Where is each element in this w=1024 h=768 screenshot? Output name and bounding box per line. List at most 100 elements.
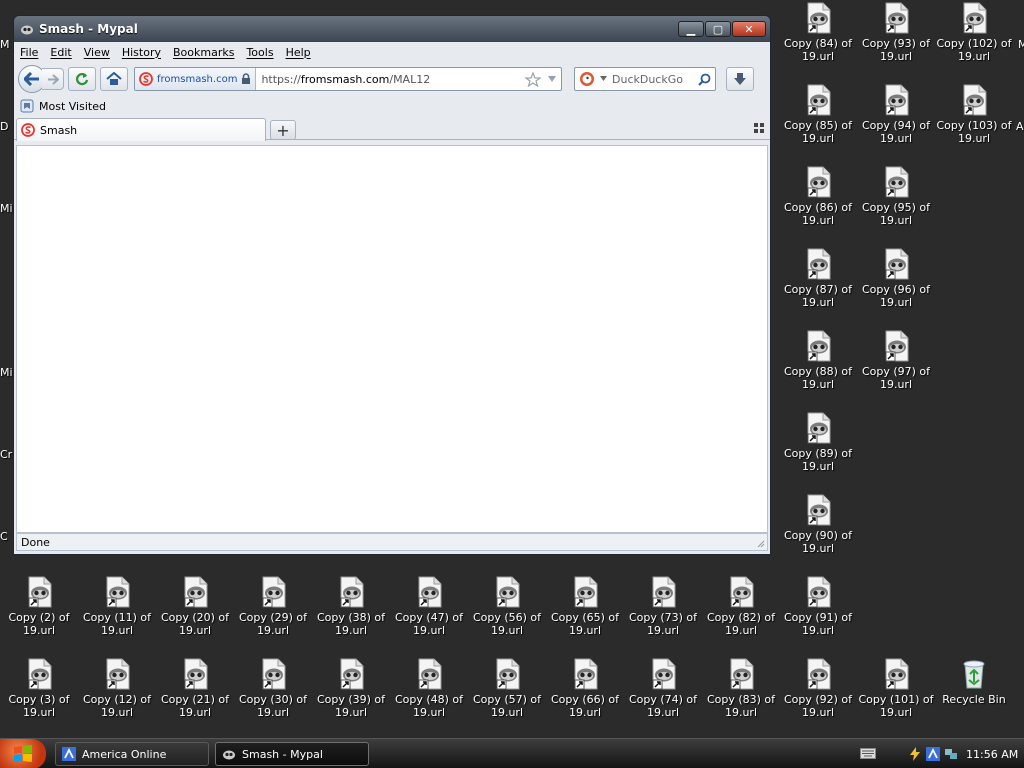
new-tab-button[interactable]: + (270, 120, 296, 140)
desktop-shortcut[interactable]: Copy (89) of 19.url (779, 412, 857, 492)
desktop-shortcut[interactable]: Copy (97) of 19.url (857, 330, 935, 410)
desktop-shortcut-label: Copy (38) of 19.url (316, 611, 386, 637)
start-button[interactable] (0, 739, 46, 768)
desktop-shortcut[interactable]: Copy (11) of 19.url (78, 576, 156, 656)
search-engine-dropdown-icon[interactable] (600, 76, 607, 82)
menu-file[interactable]: File (20, 46, 38, 59)
desktop-shortcut[interactable]: Copy (94) of 19.url (857, 84, 935, 164)
desktop-shortcut-label: Copy (47) of 19.url (394, 611, 464, 637)
desktop-shortcut-label: Copy (91) of 19.url (783, 611, 853, 637)
bookmark-most-visited[interactable]: Most Visited (39, 100, 106, 113)
desktop-shortcut[interactable]: Copy (90) of 19.url (779, 494, 857, 574)
desktop-shortcut[interactable]: Copy (56) of 19.url (468, 576, 546, 656)
bookmark-star-icon[interactable] (525, 71, 541, 87)
url-shortcut-icon (492, 658, 522, 690)
desktop-shortcut[interactable]: Copy (91) of 19.url (779, 576, 857, 656)
search-icon[interactable] (698, 73, 711, 86)
search-input[interactable]: DuckDuckGo (612, 73, 693, 86)
desktop-shortcut[interactable]: Copy (21) of 19.url (156, 658, 234, 738)
desktop-shortcut[interactable]: Copy (39) of 19.url (312, 658, 390, 738)
desktop-shortcut[interactable]: Copy (95) of 19.url (857, 166, 935, 246)
desktop-shortcut[interactable]: Copy (73) of 19.url (624, 576, 702, 656)
identity-domain: fromsmash.com (157, 73, 238, 85)
downloads-button[interactable] (726, 67, 754, 91)
desktop-shortcut[interactable]: Copy (87) of 19.url (779, 248, 857, 328)
recycle-bin[interactable]: Recycle Bin (935, 658, 1013, 738)
url-text[interactable]: https://fromsmash.com/MAL12 (256, 73, 525, 86)
url-dropdown-icon[interactable] (547, 75, 557, 83)
desktop-shortcut[interactable]: Copy (96) of 19.url (857, 248, 935, 328)
desktop-shortcut[interactable]: Copy (84) of 19.url (779, 2, 857, 82)
desktop-shortcut[interactable]: Copy (85) of 19.url (779, 84, 857, 164)
desktop-shortcut[interactable]: Copy (86) of 19.url (779, 166, 857, 246)
aol-tray-icon[interactable] (926, 747, 940, 761)
desktop-shortcut[interactable]: Copy (20) of 19.url (156, 576, 234, 656)
url-shortcut-icon (803, 248, 833, 280)
desktop-shortcut[interactable]: Copy (82) of 19.url (702, 576, 780, 656)
minimize-button[interactable]: ▁ (678, 21, 704, 37)
desktop-shortcut[interactable]: Copy (30) of 19.url (234, 658, 312, 738)
desktop-shortcut-label: Copy (103) of 19.url (936, 119, 1012, 145)
menu-help[interactable]: Help (286, 46, 311, 59)
window-titlebar[interactable]: Smash - Mypal ▁ ▢ ✕ (14, 16, 770, 42)
power-icon[interactable] (908, 747, 922, 761)
window-title: Smash - Mypal (39, 22, 138, 36)
url-shortcut-icon (102, 658, 132, 690)
close-button[interactable]: ✕ (732, 21, 766, 37)
desktop-shortcut-label: Copy (96) of 19.url (861, 283, 931, 309)
desktop-shortcut[interactable]: Copy (38) of 19.url (312, 576, 390, 656)
bookmarks-toolbar: Most Visited (14, 96, 770, 116)
desktop-shortcut-label: Copy (102) of 19.url (936, 37, 1012, 63)
maximize-button[interactable]: ▢ (705, 21, 731, 37)
desktop-shortcut[interactable]: Copy (101) of 19.url (857, 658, 935, 738)
desktop-shortcut[interactable]: Copy (57) of 19.url (468, 658, 546, 738)
page-content[interactable] (16, 145, 768, 533)
desktop-shortcut[interactable]: Copy (2) of 19.url (0, 576, 78, 656)
url-prefix: https:// (261, 72, 301, 86)
mypal-app-icon (21, 25, 33, 35)
menu-view[interactable]: View (84, 46, 110, 59)
keyboard-icon[interactable] (860, 748, 876, 759)
desktop-shortcut[interactable]: Copy (29) of 19.url (234, 576, 312, 656)
url-shortcut-icon (803, 576, 833, 608)
menu-tools[interactable]: Tools (246, 46, 273, 59)
desktop-shortcut[interactable]: Copy (102) of 19.url (935, 2, 1013, 82)
desktop-shortcut[interactable]: Copy (74) of 19.url (624, 658, 702, 738)
desktop-shortcut-label: Copy (94) of 19.url (861, 119, 931, 145)
desktop-shortcut[interactable]: Copy (103) of 19.url (935, 84, 1013, 164)
desktop-shortcut[interactable]: Copy (92) of 19.url (779, 658, 857, 738)
desktop-shortcut[interactable]: Copy (12) of 19.url (78, 658, 156, 738)
search-bar[interactable]: DuckDuckGo (574, 67, 716, 91)
url-bar[interactable]: fromsmash.com https://fromsmash.com/MAL1… (134, 67, 562, 91)
desktop-shortcut[interactable]: Copy (3) of 19.url (0, 658, 78, 738)
url-shortcut-icon (881, 248, 911, 280)
reload-button[interactable] (68, 67, 96, 91)
resize-grip-icon[interactable] (755, 538, 765, 548)
desktop-shortcut[interactable]: Copy (93) of 19.url (857, 2, 935, 82)
network-icon[interactable] (944, 747, 958, 761)
desktop-shortcut-label: Copy (92) of 19.url (783, 693, 853, 719)
taskbar-button-aol[interactable]: America Online (55, 742, 209, 766)
url-shortcut-icon (24, 658, 54, 690)
taskbar-button-mypal[interactable]: Smash - Mypal (215, 742, 369, 766)
url-shortcut-icon (492, 576, 522, 608)
list-all-tabs-icon[interactable] (754, 123, 764, 133)
duckduckgo-icon[interactable] (579, 71, 595, 87)
desktop-shortcut-label: Copy (82) of 19.url (706, 611, 776, 637)
menu-history[interactable]: History (122, 46, 161, 59)
desktop-shortcut-label: Copy (95) of 19.url (861, 201, 931, 227)
desktop-shortcut[interactable]: Copy (48) of 19.url (390, 658, 468, 738)
clock[interactable]: 11:56 AM (966, 748, 1018, 761)
tab-smash[interactable]: Smash (16, 118, 266, 141)
desktop-shortcut[interactable]: Copy (66) of 19.url (546, 658, 624, 738)
menu-edit[interactable]: Edit (50, 46, 71, 59)
desktop-shortcut[interactable]: Copy (65) of 19.url (546, 576, 624, 656)
forward-button[interactable] (42, 68, 64, 90)
desktop-shortcut[interactable]: Copy (88) of 19.url (779, 330, 857, 410)
site-identity-button[interactable]: fromsmash.com (135, 68, 257, 90)
taskbar-label: Smash - Mypal (242, 747, 323, 761)
menu-bookmarks[interactable]: Bookmarks (173, 46, 234, 59)
home-button[interactable] (100, 67, 128, 91)
desktop-shortcut[interactable]: Copy (83) of 19.url (702, 658, 780, 738)
desktop-shortcut[interactable]: Copy (47) of 19.url (390, 576, 468, 656)
